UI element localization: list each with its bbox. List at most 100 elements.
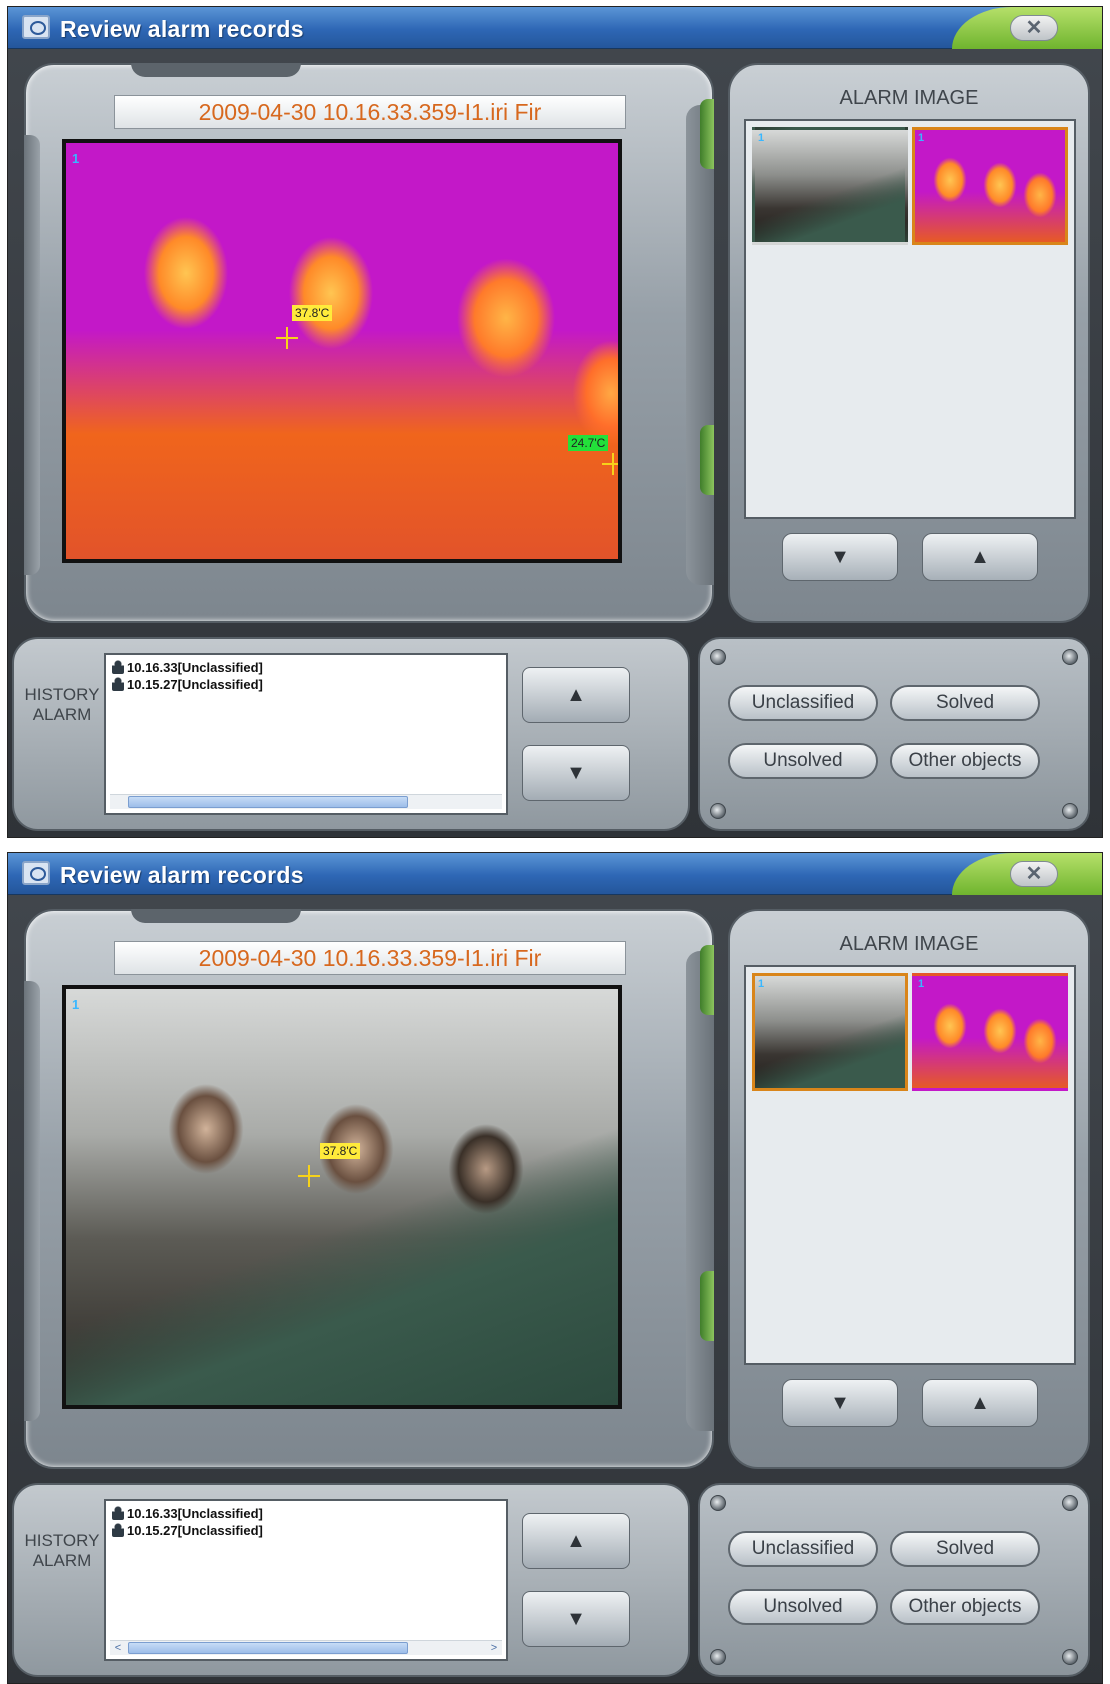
crosshair-icon <box>276 327 298 349</box>
image-viewer-panel: 2009-04-30 10.16.33.359-I1.iri Fir 1 37.… <box>24 909 714 1469</box>
filename-bar: 2009-04-30 10.16.33.359-I1.iri Fir <box>114 941 626 975</box>
scroll-down-button[interactable]: ▼ <box>782 1379 898 1427</box>
thumbnail-visible[interactable]: 1 <box>752 127 908 245</box>
unclassified-button[interactable]: Unclassified <box>728 1531 878 1567</box>
horizontal-scrollbar[interactable]: < > <box>110 1640 502 1655</box>
list-item-label: 10.16.33[Unclassified] <box>127 660 263 675</box>
close-icon[interactable]: ✕ <box>1010 15 1058 41</box>
unsolved-button[interactable]: Unsolved <box>728 1589 878 1625</box>
screw-icon <box>710 1495 726 1511</box>
other-objects-button[interactable]: Other objects <box>890 743 1040 779</box>
list-item-label: 10.15.27[Unclassified] <box>127 677 263 692</box>
close-icon[interactable]: ✕ <box>1010 861 1058 887</box>
scrollbar-thumb[interactable] <box>128 796 408 808</box>
crosshair-icon <box>602 453 618 475</box>
history-alarm-panel: HISTORY ALARM 10.16.33[Unclassified] 10.… <box>12 1483 690 1677</box>
thumbnail-channel: 1 <box>918 132 925 144</box>
review-alarm-window-thermal: Review alarm records ✕ 2009-04-30 10.16.… <box>7 6 1103 838</box>
history-alarm-label: HISTORY ALARM <box>24 685 100 724</box>
panel-tab <box>131 909 301 923</box>
list-item[interactable]: 10.16.33[Unclassified] <box>112 1505 263 1522</box>
screw-icon <box>710 1649 726 1665</box>
title-bar[interactable]: Review alarm records ✕ <box>8 853 1102 895</box>
review-alarm-window-visible: Review alarm records ✕ 2009-04-30 10.16.… <box>7 852 1103 1684</box>
panel-grip <box>24 981 40 1421</box>
crosshair-icon <box>298 1165 320 1187</box>
filename: 2009-04-30 10.16.33.359-I1.iri Fir <box>198 945 542 971</box>
alarm-image-panel: ALARM IMAGE 1 1 ▼ ▲ <box>728 909 1090 1469</box>
person-alarm-icon <box>112 1523 124 1537</box>
thermal-image-display[interactable]: 1 37.8'C 24.7'C <box>62 139 622 563</box>
person-alarm-icon <box>112 1506 124 1520</box>
filename: 2009-04-30 10.16.33.359-I1.iri Fir <box>198 99 542 125</box>
history-down-button[interactable]: ▼ <box>522 745 630 801</box>
history-alarm-label: HISTORY ALARM <box>24 1531 100 1570</box>
classification-panel: Unclassified Solved Unsolved Other objec… <box>698 1483 1090 1677</box>
screw-icon <box>1062 1649 1078 1665</box>
alarm-image-title: ALARM IMAGE <box>839 933 979 955</box>
temperature-tag: 37.8'C <box>320 1143 361 1159</box>
thumbnail-channel: 1 <box>918 978 925 990</box>
panel-grip <box>686 105 714 585</box>
other-objects-button[interactable]: Other objects <box>890 1589 1040 1625</box>
title-bar[interactable]: Review alarm records ✕ <box>8 7 1102 49</box>
channel-label: 1 <box>72 151 80 166</box>
scroll-left-icon[interactable]: < <box>110 1641 126 1656</box>
temperature-tag: 37.8'C <box>292 305 333 321</box>
history-alarm-panel: HISTORY ALARM 10.16.33[Unclassified] 10.… <box>12 637 690 831</box>
list-item-label: 10.16.33[Unclassified] <box>127 1506 263 1521</box>
person-alarm-icon <box>112 677 124 691</box>
scroll-up-button[interactable]: ▲ <box>922 533 1038 581</box>
temperature-tag: 24.7'C <box>568 435 609 451</box>
alarm-thumbnails: 1 1 <box>744 119 1076 519</box>
alarm-image-title: ALARM IMAGE <box>839 87 979 109</box>
history-up-button[interactable]: ▲ <box>522 1513 630 1569</box>
visible-image-display[interactable]: 1 37.8'C <box>62 985 622 1409</box>
screw-icon <box>710 803 726 819</box>
list-item-label: 10.15.27[Unclassified] <box>127 1523 263 1538</box>
history-alarm-list[interactable]: 10.16.33[Unclassified] 10.15.27[Unclassi… <box>104 1499 508 1661</box>
classification-panel: Unclassified Solved Unsolved Other objec… <box>698 637 1090 831</box>
list-item[interactable]: 10.15.27[Unclassified] <box>112 676 263 693</box>
unclassified-button[interactable]: Unclassified <box>728 685 878 721</box>
alarm-image-panel: ALARM IMAGE 1 1 ▼ ▲ <box>728 63 1090 623</box>
screw-icon <box>1062 803 1078 819</box>
scroll-down-button[interactable]: ▼ <box>782 533 898 581</box>
window-body: 2009-04-30 10.16.33.359-I1.iri Fir 1 37.… <box>8 49 1102 837</box>
thumbnail-thermal[interactable]: 1 <box>912 127 1068 245</box>
panel-tab <box>131 63 301 77</box>
panel-accent <box>700 99 714 169</box>
panel-accent <box>700 945 714 1015</box>
filename-bar: 2009-04-30 10.16.33.359-I1.iri Fir <box>114 95 626 129</box>
panel-accent <box>700 1271 714 1341</box>
thumbnail-channel: 1 <box>758 132 765 144</box>
solved-button[interactable]: Solved <box>890 1531 1040 1567</box>
scroll-up-button[interactable]: ▲ <box>922 1379 1038 1427</box>
camera-window-icon <box>22 15 50 39</box>
alarm-thumbnails: 1 1 <box>744 965 1076 1365</box>
thumbnail-thermal[interactable]: 1 <box>912 973 1068 1091</box>
channel-label: 1 <box>72 997 80 1012</box>
window-title: Review alarm records <box>60 862 304 888</box>
thumbnail-visible[interactable]: 1 <box>752 973 908 1091</box>
camera-window-icon <box>22 861 50 885</box>
image-viewer-panel: 2009-04-30 10.16.33.359-I1.iri Fir 1 37.… <box>24 63 714 623</box>
history-up-button[interactable]: ▲ <box>522 667 630 723</box>
window-body: 2009-04-30 10.16.33.359-I1.iri Fir 1 37.… <box>8 895 1102 1683</box>
screw-icon <box>1062 649 1078 665</box>
history-down-button[interactable]: ▼ <box>522 1591 630 1647</box>
list-item[interactable]: 10.15.27[Unclassified] <box>112 1522 263 1539</box>
screw-icon <box>710 649 726 665</box>
scroll-right-icon[interactable]: > <box>486 1641 502 1656</box>
unsolved-button[interactable]: Unsolved <box>728 743 878 779</box>
screw-icon <box>1062 1495 1078 1511</box>
history-alarm-list[interactable]: 10.16.33[Unclassified] 10.15.27[Unclassi… <box>104 653 508 815</box>
thumbnail-channel: 1 <box>758 978 765 990</box>
window-title: Review alarm records <box>60 16 304 42</box>
list-item[interactable]: 10.16.33[Unclassified] <box>112 659 263 676</box>
person-alarm-icon <box>112 660 124 674</box>
solved-button[interactable]: Solved <box>890 685 1040 721</box>
panel-grip <box>686 951 714 1431</box>
horizontal-scrollbar[interactable] <box>110 794 502 809</box>
scrollbar-thumb[interactable] <box>128 1642 408 1654</box>
